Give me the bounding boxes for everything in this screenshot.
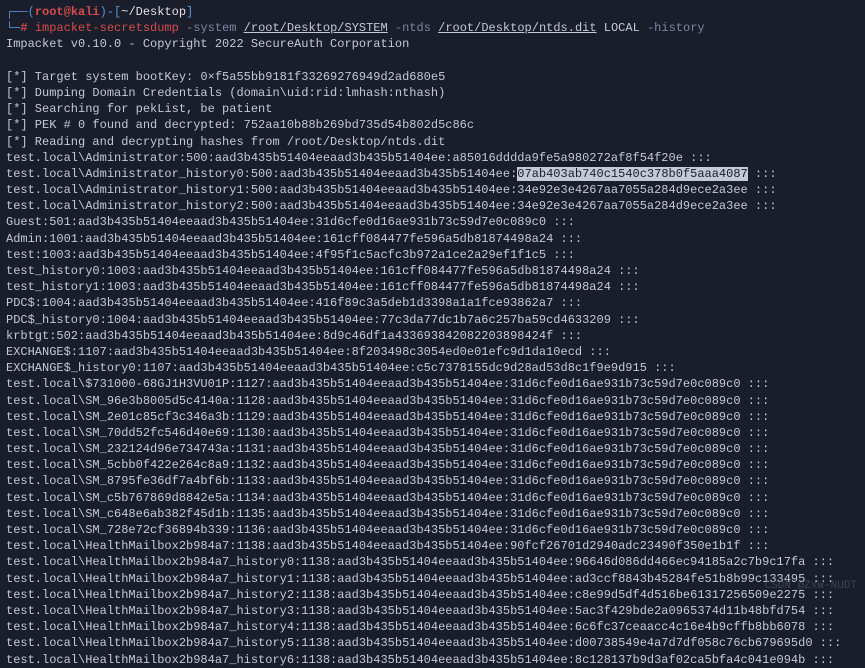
path-ntds: /root/Desktop/ntds.dit	[438, 21, 596, 35]
hash-prefix: test.local\Administrator_history0:500:aa…	[6, 167, 517, 181]
status-line-5: [*] Reading and decrypting hashes from /…	[6, 134, 859, 150]
hash-row: test_history0:1003:aad3b435b51404eeaad3b…	[6, 263, 859, 279]
hash-row: test.local\HealthMailbox2b984a7_history0…	[6, 554, 859, 570]
prompt-top-line: ┌──(root@kali)-[~/Desktop]	[6, 4, 859, 20]
hash-row: test.local\SM_70dd52fc546d40e69:1130:aad…	[6, 425, 859, 441]
hash-row: PDC$:1004:aad3b435b51404eeaad3b435b51404…	[6, 295, 859, 311]
hash-row: test.local\SM_c648e6ab382f45d1b:1135:aad…	[6, 506, 859, 522]
hash-row: Admin:1001:aad3b435b51404eeaad3b435b5140…	[6, 231, 859, 247]
hash-row: EXCHANGE$:1107:aad3b435b51404eeaad3b435b…	[6, 344, 859, 360]
prompt-paren-open: (	[28, 5, 35, 19]
hash-row: test.local\HealthMailbox2b984a7_history5…	[6, 635, 859, 651]
hash-row: test:1003:aad3b435b51404eeaad3b435b51404…	[6, 247, 859, 263]
hash-row: test.local\HealthMailbox2b984a7_history4…	[6, 619, 859, 635]
prompt-host: kali	[71, 5, 100, 19]
hash-row: test.local\$731000-68GJ1H3VU01P:1127:aad…	[6, 376, 859, 392]
hash-row: test.local\Administrator:500:aad3b435b51…	[6, 150, 859, 166]
prompt-path: ~/Desktop	[121, 5, 186, 19]
hash-row: test.local\SM_96e3b8005d5c4140a:1128:aad…	[6, 393, 859, 409]
hash-row-highlighted: test.local\Administrator_history0:500:aa…	[6, 166, 859, 182]
hash-row: test.local\SM_8795fe36df7a4bf6b:1133:aad…	[6, 473, 859, 489]
status-line-1: [*] Target system bootKey: 0×f5a55bb9181…	[6, 69, 859, 85]
prompt-bracket-close: ]	[186, 5, 193, 19]
hash-row: test.local\HealthMailbox2b984a7_history2…	[6, 587, 859, 603]
prompt-user: root	[35, 5, 64, 19]
hash-row: EXCHANGE$_history0:1107:aad3b435b51404ee…	[6, 360, 859, 376]
prompt-arc-top: ┌──	[6, 5, 28, 19]
status-line-3: [*] Searching for pekList, be patient	[6, 101, 859, 117]
hash-row: test.local\Administrator_history1:500:aa…	[6, 182, 859, 198]
command-line[interactable]: └─# impacket-secretsdump -system /root/D…	[6, 20, 859, 36]
command-tool: impacket-secretsdump	[35, 21, 179, 35]
highlighted-hash[interactable]: 07ab403ab740c1540c378b0f5aaa4087	[517, 167, 747, 181]
flag-ntds: -ntds	[395, 21, 431, 35]
hash-suffix: :::	[748, 167, 777, 181]
hash-row: test.local\HealthMailbox2b984a7:1138:aad…	[6, 538, 859, 554]
hash-row: PDC$_history0:1004:aad3b435b51404eeaad3b…	[6, 312, 859, 328]
hash-row: krbtgt:502:aad3b435b51404eeaad3b435b5140…	[6, 328, 859, 344]
prompt-hash: #	[20, 21, 27, 35]
hash-row: test.local\SM_232124d96e734743a:1131:aad…	[6, 441, 859, 457]
hash-row: test.local\HealthMailbox2b984a7_history1…	[6, 571, 859, 587]
hash-row: test.local\SM_c5b767869d8842e5a:1134:aad…	[6, 490, 859, 506]
prompt-at: @	[64, 5, 71, 19]
hash-row: test_history1:1003:aad3b435b51404eeaad3b…	[6, 279, 859, 295]
flag-history: -history	[647, 21, 705, 35]
blank-line	[6, 53, 859, 69]
prompt-arc-bot: └─	[6, 21, 20, 35]
hash-row: test.local\SM_2e01c85cf3c346a3b:1129:aad…	[6, 409, 859, 425]
banner-line: Impacket v0.10.0 - Copyright 2022 Secure…	[6, 36, 859, 52]
status-line-4: [*] PEK # 0 found and decrypted: 752aa10…	[6, 117, 859, 133]
hash-row: test.local\Administrator_history2:500:aa…	[6, 198, 859, 214]
status-line-2: [*] Dumping Domain Credentials (domain\u…	[6, 85, 859, 101]
arg-local: LOCAL	[604, 21, 640, 35]
prompt-paren-close: )	[100, 5, 107, 19]
hash-row: Guest:501:aad3b435b51404eeaad3b435b51404…	[6, 214, 859, 230]
path-system: /root/Desktop/SYSTEM	[244, 21, 388, 35]
watermark: CSDN @ZxW-NUDT	[765, 579, 857, 594]
hash-row: test.local\SM_5cbb0f422e264c8a9:1132:aad…	[6, 457, 859, 473]
hash-row: test.local\SM_728e72cf36894b339:1136:aad…	[6, 522, 859, 538]
flag-system: -system	[186, 21, 236, 35]
prompt-dash: -	[107, 5, 114, 19]
hash-row: test.local\HealthMailbox2b984a7_history3…	[6, 603, 859, 619]
hash-row: test.local\HealthMailbox2b984a7_history6…	[6, 652, 859, 668]
